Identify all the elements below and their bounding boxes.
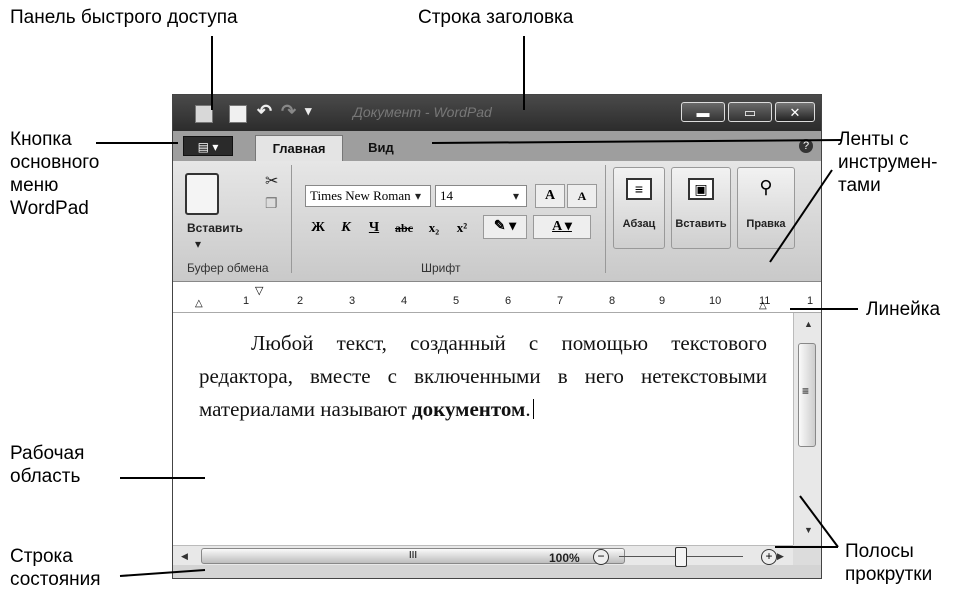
shrink-font-button[interactable]: A	[567, 184, 597, 208]
document-area[interactable]: Любой текст, созданный с помощью текстов…	[173, 313, 793, 545]
undo-icon[interactable]: ↶	[257, 101, 272, 122]
ruler-tick: 4	[401, 295, 408, 307]
ruler-tick: 8	[609, 295, 616, 307]
strikethrough-button[interactable]: abc	[389, 217, 419, 241]
scroll-up-icon[interactable]: ▲	[804, 319, 813, 329]
subscript-button[interactable]: x₂	[421, 217, 447, 241]
paragraph-button[interactable]: ≡ Абзац	[613, 167, 665, 249]
customize-quick-access-icon[interactable]: ▾	[305, 103, 312, 119]
close-button[interactable]: ✕	[775, 102, 815, 122]
cut-icon[interactable]: ✂	[265, 171, 278, 191]
app-icon	[195, 105, 213, 123]
label-work-area: Рабочая область	[10, 443, 85, 487]
font-group-label: Шрифт	[421, 261, 461, 275]
window-title: Документ - WordPad	[353, 104, 492, 120]
label-title-bar: Строка заголовка	[418, 7, 574, 28]
insert-button[interactable]: ▣ Вставить	[671, 167, 731, 249]
zoom-slider-thumb[interactable]	[675, 547, 687, 567]
ruler-tick: 10	[709, 295, 722, 307]
ruler-tick: 6	[505, 295, 512, 307]
highlight-color-button[interactable]: ✎ ▾	[483, 215, 527, 239]
edit-button[interactable]: ⚲ Правка	[737, 167, 795, 249]
ruler[interactable]: 1 2 3 4 5 6 7 8 9 10 11 1 △ ▽ △	[173, 282, 821, 313]
italic-button[interactable]: К	[333, 217, 359, 241]
bold-button[interactable]: Ж	[305, 217, 331, 241]
zoom-level: 100%	[549, 551, 580, 565]
copy-icon[interactable]: ❐	[265, 195, 278, 212]
document-paragraph: Любой текст, созданный с помощью текстов…	[199, 327, 767, 426]
grow-font-button[interactable]: A	[535, 184, 565, 208]
label-main-menu-button: Кнопка основного меню WordPad	[10, 129, 100, 219]
vertical-grip-icon: ≡	[802, 384, 810, 398]
label-ribbons: Ленты с инструмен- тами	[838, 129, 938, 196]
wordpad-window: ↶ ↷ ▾ Документ - WordPad ▬ ▭ ✕ ▤ ▾ Главн…	[172, 94, 822, 579]
label-ruler: Линейка	[866, 299, 941, 320]
minimize-button[interactable]: ▬	[681, 102, 725, 122]
scroll-left-icon[interactable]: ◀	[181, 551, 188, 562]
scroll-down-icon[interactable]: ▼	[804, 525, 813, 535]
help-icon[interactable]: ?	[799, 139, 813, 153]
status-bar: 100%	[173, 551, 821, 578]
paragraph-icon: ≡	[626, 178, 652, 200]
insert-picture-icon: ▣	[688, 178, 714, 200]
ruler-tick: 5	[453, 295, 460, 307]
ruler-tick: 2	[297, 295, 304, 307]
label-quick-access: Панель быстрого доступа	[10, 7, 238, 28]
left-indent-marker-icon[interactable]: △	[195, 298, 203, 309]
ruler-tick: 7	[557, 295, 564, 307]
title-bar: ↶ ↷ ▾ Документ - WordPad ▬ ▭ ✕	[173, 95, 821, 131]
redo-icon[interactable]: ↷	[281, 101, 296, 122]
paste-dropdown-icon[interactable]: ▾	[195, 237, 201, 251]
ribbon: Вставить ▾ ✂ ❐ Буфер обмена Times New Ro…	[173, 161, 821, 282]
ruler-tick: 1	[243, 295, 250, 307]
insert-label: Вставить	[675, 218, 727, 230]
group-separator	[291, 165, 292, 273]
font-color-icon: A	[552, 219, 562, 234]
document-period: .	[525, 397, 531, 421]
right-indent-marker-icon[interactable]: △	[759, 300, 767, 311]
tab-home[interactable]: Главная	[255, 135, 343, 161]
main-menu-button[interactable]: ▤ ▾	[183, 136, 233, 156]
binoculars-icon: ⚲	[759, 177, 773, 197]
scrollbar-corner	[793, 545, 821, 565]
vertical-scrollbar[interactable]: ▲ ≡ ▼	[793, 313, 821, 545]
tab-view[interactable]: Вид	[359, 135, 403, 161]
zoom-out-button[interactable]: −	[593, 549, 609, 565]
ruler-tick: 3	[349, 295, 356, 307]
maximize-button[interactable]: ▭	[728, 102, 772, 122]
document-bold-word: документом	[412, 397, 526, 421]
paragraph-label: Абзац	[622, 218, 656, 230]
superscript-button[interactable]: x²	[449, 217, 475, 241]
tab-bar: ▤ ▾ Главная Вид ?	[173, 131, 821, 161]
save-icon[interactable]	[229, 105, 247, 123]
paste-icon[interactable]	[185, 173, 219, 215]
zoom-in-button[interactable]: +	[761, 549, 777, 565]
label-status-bar: Строка состояния	[10, 546, 101, 590]
first-line-indent-marker-icon[interactable]: ▽	[255, 284, 263, 297]
label-scrollbars: Полосы прокрутки	[845, 541, 933, 585]
underline-button[interactable]: Ч	[361, 217, 387, 241]
font-size-dropdown-icon[interactable]: ▾	[513, 189, 519, 203]
font-color-button[interactable]: A ▾	[533, 215, 591, 239]
ruler-tick: 1	[807, 295, 814, 307]
group-separator	[605, 165, 606, 273]
scroll-right-icon[interactable]: ▶	[777, 551, 784, 562]
font-name-dropdown-icon[interactable]: ▾	[415, 189, 421, 203]
clipboard-group-label: Буфер обмена	[187, 261, 269, 275]
vertical-scroll-thumb[interactable]: ≡	[798, 343, 816, 447]
ruler-tick: 9	[659, 295, 666, 307]
paste-button[interactable]: Вставить	[187, 221, 243, 235]
text-caret	[532, 399, 534, 419]
font-name-select[interactable]: Times New Roman	[305, 185, 431, 207]
edit-label: Правка	[746, 218, 786, 230]
